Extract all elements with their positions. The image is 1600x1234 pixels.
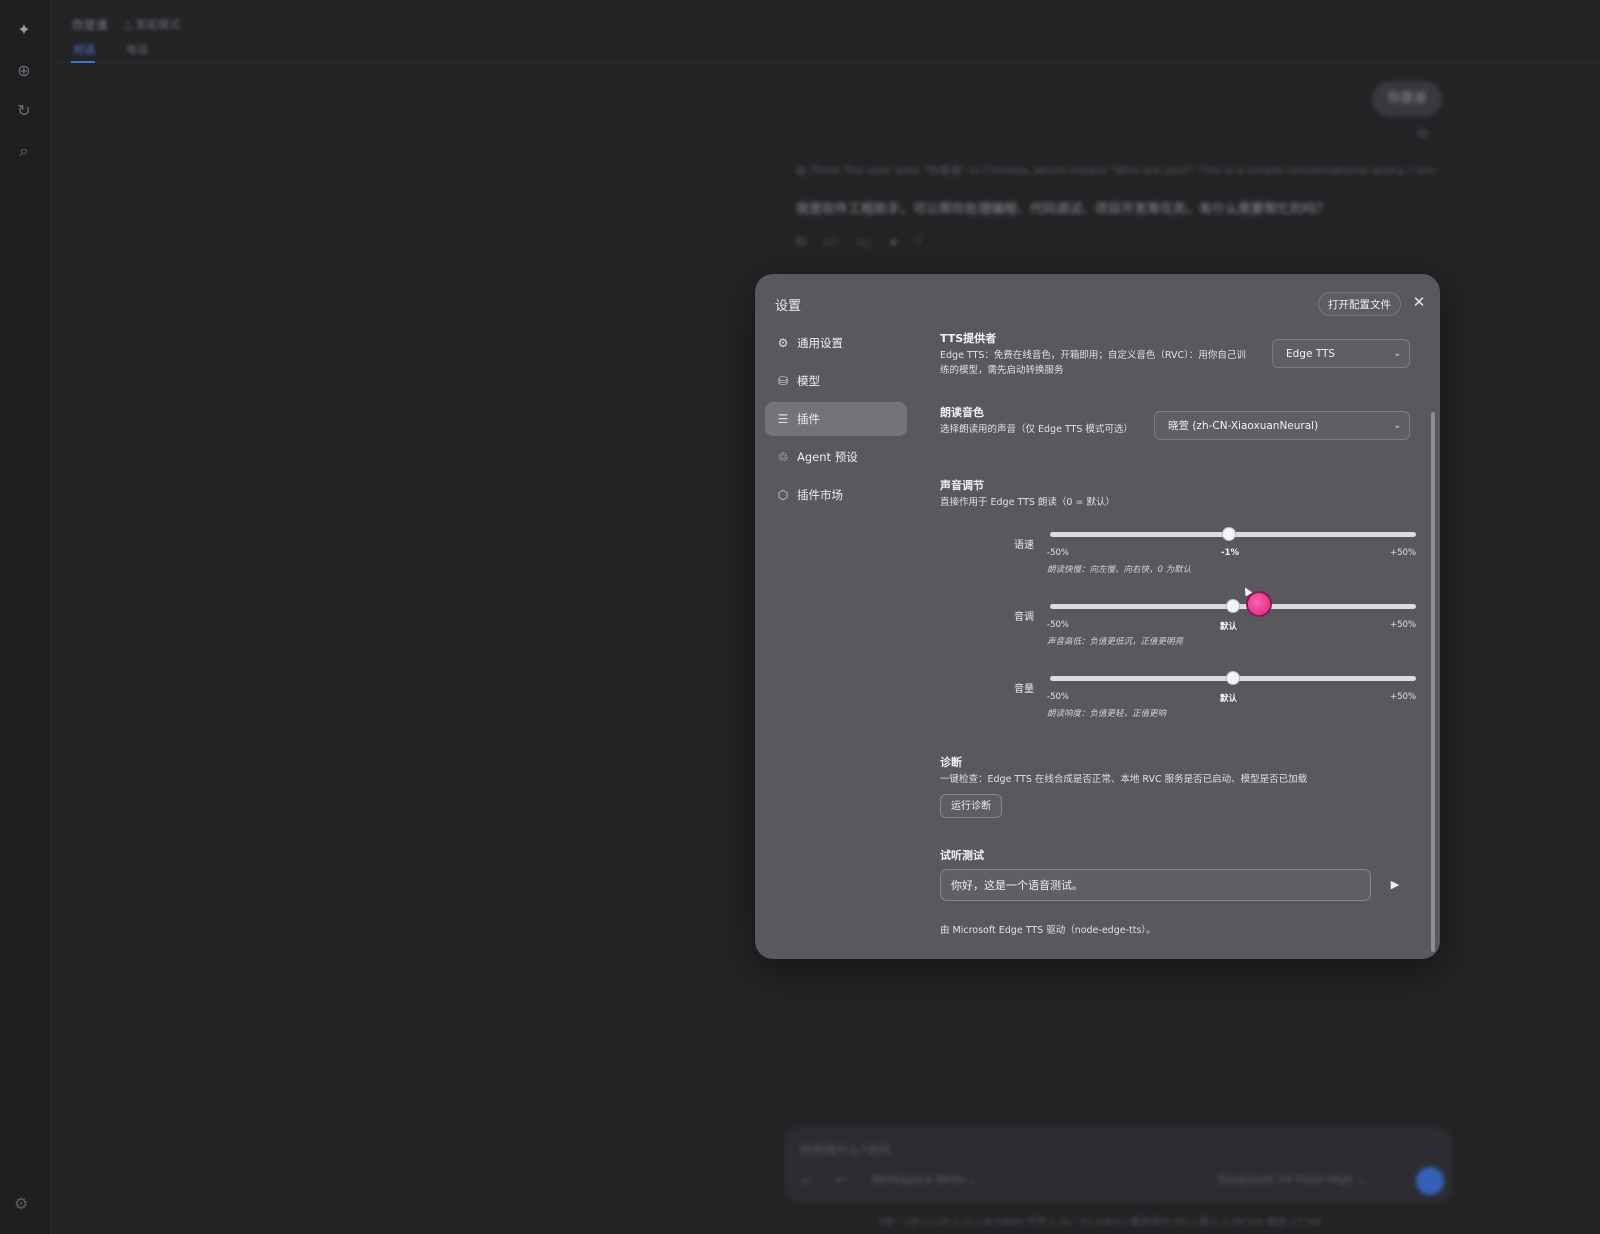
nav-item-plugin-market[interactable]: ⬡ 插件市场	[765, 478, 907, 512]
settings-gear-icon[interactable]: ⚙	[14, 1194, 28, 1213]
think-summary[interactable]: ▤ Think The user asks "你是谁" in Chinese, …	[796, 162, 1436, 178]
model-selector[interactable]: DeepSeek V4 Flash High ⌄	[1218, 1173, 1366, 1186]
store-icon: ⬡	[777, 488, 789, 502]
user-message-bubble: 你是谁	[1372, 81, 1442, 117]
tts-title: TTS提供者	[940, 332, 997, 345]
voice-title: 朗读音色	[940, 406, 984, 419]
thumbs-down-icon[interactable]: 👎︎	[857, 234, 871, 251]
app-logo-icon[interactable]: ✦	[13, 19, 35, 41]
workspace-selector[interactable]: Workspace Write ⌄	[872, 1173, 977, 1186]
rate-slider-label: 语速	[1014, 540, 1034, 551]
rate-max-label: +50%	[1390, 548, 1417, 558]
nav-item-general[interactable]: ⚙ 通用设置	[765, 326, 907, 360]
composer-placeholder: 你想做什么?询问	[800, 1143, 891, 1157]
nav-item-label: 模型	[797, 374, 820, 388]
pitch-max-label: +50%	[1390, 620, 1417, 630]
top-bar	[50, 0, 1600, 63]
add-icon[interactable]: ＋	[800, 1173, 811, 1189]
nav-item-plugins[interactable]: ☰ 插件	[765, 402, 907, 436]
avatar-cursor-icon	[1248, 593, 1270, 615]
composer-toolbar: ＋ ↩ Workspace Write ⌄ DeepSeek V4 Flash …	[800, 1169, 1440, 1193]
nav-item-model[interactable]: ⛁ 模型	[765, 364, 907, 398]
back-icon[interactable]: ↩	[836, 1173, 845, 1186]
pitch-hint: 声音高低：负值更低沉，正值更明亮	[1047, 637, 1184, 647]
new-chat-icon[interactable]: ⊕	[13, 60, 35, 82]
tts-provider-value: Edge TTS	[1286, 348, 1336, 360]
tab-chat[interactable]: 对话	[73, 41, 95, 57]
gear-icon: ⚙	[777, 336, 789, 350]
send-button[interactable]	[1416, 1167, 1444, 1195]
chevron-down-icon: ⌄	[1393, 421, 1401, 431]
rate-hint: 朗读快慢：向左慢、向右快，0 为默认	[1047, 565, 1192, 575]
copy-icon[interactable]: ⧉	[796, 234, 806, 251]
active-tab-indicator	[71, 61, 95, 63]
powered-by-note: 由 Microsoft Edge TTS 驱动（node-edge-tts）。	[940, 925, 1156, 936]
nav-item-label: 插件市场	[797, 488, 843, 502]
composer[interactable]: 你想做什么?询问 ＋ ↩ Workspace Write ⌄ DeepSeek …	[784, 1127, 1452, 1203]
speaker-icon[interactable]: ◂	[889, 234, 896, 251]
settings-modal: 设置 打开配置文件 ✕ ⚙ 通用设置 ⛁ 模型 ☰ 插件 ♲ Agent 预设 …	[755, 274, 1440, 959]
rate-min-label: -50%	[1047, 548, 1069, 558]
nav-item-label: 通用设置	[797, 336, 843, 350]
assistant-reply: 我是软件工程助手，可以帮你处理编程、代码调试、项目开发等任务。有什么需要帮忙的吗…	[796, 202, 1330, 217]
run-diagnose-button[interactable]: 运行诊断	[940, 794, 1002, 818]
left-rail: ✦ ⊕ ↻ ⌕ ⚙	[0, 0, 51, 1234]
settings-content: TTS提供者 Edge TTS：免费在线音色，开箱即用；自定义音色（RVC）：用…	[940, 274, 1420, 959]
pitch-slider-label: 音调	[1014, 612, 1034, 623]
database-icon: ⛁	[777, 374, 789, 388]
play-icon[interactable]: ▶	[1383, 874, 1407, 896]
sliders-icon: ☰	[777, 412, 789, 426]
tab-phone[interactable]: 电话	[126, 41, 148, 57]
voice-value: 晓萱 (zh-CN-XiaoxuanNeural)	[1168, 420, 1319, 432]
rate-value-label: -1%	[1221, 548, 1239, 558]
scrollbar[interactable]	[1431, 412, 1435, 952]
tts-provider-select[interactable]: Edge TTS ⌄	[1272, 339, 1410, 368]
nav-item-label: 插件	[797, 412, 820, 426]
search-icon[interactable]: ⌕	[13, 140, 35, 162]
volume-value-label: 默认	[1220, 694, 1238, 704]
message-actions: ⧉ 👍︎ 👎︎ ◂ ⑂	[796, 234, 922, 251]
chevron-down-icon: ⌄	[1393, 349, 1401, 359]
thumbs-up-icon[interactable]: 👍︎	[824, 234, 839, 251]
modal-title: 设置	[775, 299, 802, 314]
voice-desc: 选择朗读用的声音（仅 Edge TTS 模式可选）	[940, 424, 1133, 435]
volume-max-label: +50%	[1390, 692, 1417, 702]
tts-desc: Edge TTS：免费在线音色，开箱即用；自定义音色（RVC）：用你自己训练的模…	[940, 350, 1246, 376]
copy-icon[interactable]: ⧉	[1418, 126, 1427, 141]
diagnose-title: 诊断	[940, 756, 962, 769]
volume-hint: 朗读响度：负值更轻，正值更响	[1047, 709, 1167, 719]
voice-select[interactable]: 晓萱 (zh-CN-XiaoxuanNeural) ⌄	[1154, 411, 1410, 440]
agent-icon: ♲	[777, 450, 789, 464]
volume-slider-label: 音量	[1014, 684, 1034, 695]
adjust-desc: 直接作用于 Edge TTS 朗读（0 = 默认）	[940, 497, 1115, 508]
test-text-input[interactable]	[940, 869, 1371, 901]
pitch-value-label: 默认	[1220, 622, 1238, 632]
pitch-min-label: -50%	[1047, 620, 1069, 630]
branch-icon[interactable]: ⑂	[914, 234, 922, 251]
diagnose-desc: 一键检查：Edge TTS 在线合成是否正常、本地 RVC 服务是否已启动、模型…	[940, 774, 1308, 785]
adjust-title: 声音调节	[940, 479, 984, 492]
conversation-title: 你是谁	[72, 18, 109, 32]
test-title: 试听测试	[940, 849, 984, 862]
nav-item-label: Agent 预设	[797, 450, 858, 464]
status-line: 1轮 · 1步 | LLM 2.2s | ⊞ token 平均 1.3s · 6…	[878, 1217, 1322, 1228]
pitch-slider-thumb[interactable]	[1227, 600, 1239, 612]
settings-nav: ⚙ 通用设置 ⛁ 模型 ☰ 插件 ♲ Agent 预设 ⬡ 插件市场	[765, 326, 907, 516]
history-icon[interactable]: ↻	[13, 100, 35, 122]
volume-min-label: -50%	[1047, 692, 1069, 702]
volume-slider-thumb[interactable]	[1227, 672, 1239, 684]
rate-slider-thumb[interactable]	[1223, 528, 1236, 540]
mode-badge[interactable]: △ 智能模式	[124, 16, 180, 32]
nav-item-agent-preset[interactable]: ♲ Agent 预设	[765, 440, 907, 474]
